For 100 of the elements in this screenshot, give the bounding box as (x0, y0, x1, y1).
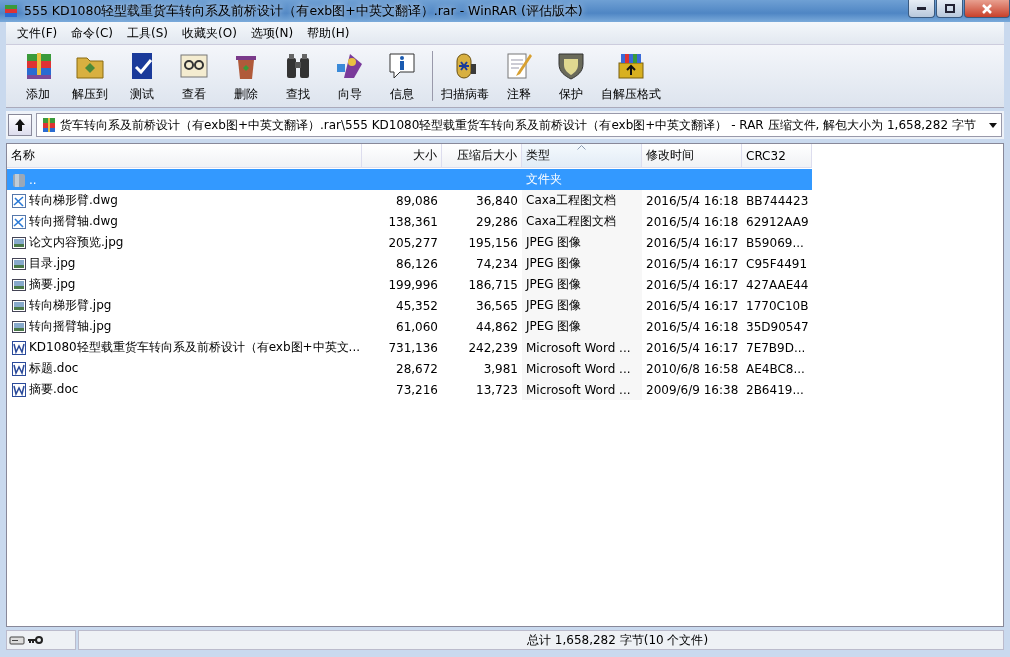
modified-time: 2016/5/4 16:18 (646, 193, 739, 208)
file-type: JPEG 图像 (526, 276, 582, 293)
toolbar-button[interactable]: 扫描病毒 (437, 47, 493, 105)
toolbar-button[interactable]: 添加 (12, 47, 64, 105)
window-title: 555 KD1080轻型载重货车转向系及前桥设计（有exb图+中英文翻译）.rar - WinRAR (评估版本) (24, 2, 583, 20)
image-file-icon (11, 318, 27, 335)
modified-time: 2016/5/4 16:17 (646, 277, 739, 292)
menu-item[interactable]: 收藏夹(O) (175, 22, 244, 44)
file-type: JPEG 图像 (526, 234, 582, 251)
file-type: Caxa工程图文档 (526, 213, 617, 230)
menu-item[interactable]: 帮助(H) (300, 22, 357, 44)
file-name: 摘要.jpg (29, 276, 76, 293)
toolbar-button[interactable]: 测试 (116, 47, 168, 105)
up-arrow-icon (13, 118, 27, 132)
packed-size: 36,840 (476, 193, 518, 208)
close-button[interactable] (964, 0, 1010, 18)
file-row[interactable]: 转向梯形臂.dwg 89,086 36,840 Caxa工程图文档 2016/5/4 16:18 BB744423 (7, 190, 812, 211)
file-row[interactable]: 转向摇臂轴.dwg 138,361 29,286 Caxa工程图文档 2016/5/4 16:18 62912AA9 (7, 211, 812, 232)
column-header[interactable]: 大小 (362, 144, 442, 167)
file-name: 标题.doc (29, 360, 79, 377)
toolbar-button[interactable]: 删除 (220, 47, 272, 105)
column-header[interactable]: CRC32 (742, 144, 812, 167)
file-type: JPEG 图像 (526, 318, 582, 335)
packed-size: 3,981 (483, 361, 518, 376)
minimize-button[interactable] (908, 0, 935, 18)
maximize-icon (944, 4, 955, 13)
column-header[interactable]: 修改时间 (642, 144, 742, 167)
packed-size: 186,715 (468, 277, 518, 292)
path-field[interactable]: 货车转向系及前桥设计（有exb图+中英文翻译）.rar\555 KD1080轻型载重货车转向系及前桥设计（有exb图+中英文翻译） - RAR 压缩文件, 解包大小为 1,658,282 字节 (36, 113, 1002, 137)
file-row[interactable]: 转向摇臂轴.jpg 61,060 44,862 JPEG 图像 2016/5/4 16:18 35D90547 (7, 316, 812, 337)
close-icon (982, 3, 992, 14)
toolbar-button[interactable]: 自解压格式 (597, 47, 665, 105)
crc-value: B59069... (746, 235, 804, 250)
drawing-file-icon (11, 192, 27, 209)
file-size: 61,060 (396, 319, 438, 334)
file-type: Microsoft Word ... (526, 361, 631, 376)
file-row[interactable]: 摘要.jpg 199,996 186,715 JPEG 图像 2016/5/4 16:17 427AAE44 (7, 274, 812, 295)
modified-time: 2016/5/4 16:18 (646, 319, 739, 334)
menu-item[interactable]: 文件(F) (10, 22, 65, 44)
toolbar-button[interactable]: 解压到 (64, 47, 116, 105)
file-size: 45,352 (396, 298, 438, 313)
file-type: Microsoft Word ... (526, 340, 631, 355)
archive-icon (41, 117, 57, 133)
word-document-icon (11, 360, 27, 377)
crc-value: 62912AA9 (746, 214, 809, 229)
archive-path: 货车转向系及前桥设计（有exb图+中英文翻译）.rar\555 KD1080轻型载重货车转向系及前桥设计（有exb图+中英文翻译） - RAR 压缩文件, 解包大小为 1,658,282 字节 (60, 116, 976, 134)
image-file-icon (11, 255, 27, 272)
file-row[interactable]: KD1080轻型载重货车转向系及前桥设计（有exb图+中英文... 731,136 242,239 Microsoft Word ... 2016/5/4 16:17 7E7B9D... (7, 337, 812, 358)
file-size: 205,277 (388, 235, 438, 250)
key-icon (27, 635, 43, 645)
file-row[interactable]: 摘要.doc 73,216 13,723 Microsoft Word ... 2009/6/9 16:38 2B6419... (7, 379, 812, 400)
packed-size: 13,723 (476, 382, 518, 397)
crc-value: 1770C10B (746, 298, 809, 313)
toolbar-button[interactable]: 查找 (272, 47, 324, 105)
packed-size: 74,234 (476, 256, 518, 271)
file-name: 转向摇臂轴.dwg (29, 213, 118, 230)
folder-icon (11, 171, 27, 188)
packed-size: 44,862 (476, 319, 518, 334)
packed-size: 36,565 (476, 298, 518, 313)
menu-item[interactable]: 命令(C) (64, 22, 120, 44)
maximize-button[interactable] (936, 0, 963, 18)
modified-time: 2016/5/4 16:18 (646, 214, 739, 229)
word-document-icon (11, 381, 27, 398)
toolbar-button[interactable]: 注释 (493, 47, 545, 105)
drawing-file-icon (11, 213, 27, 230)
toolbar-button[interactable]: 查看 (168, 47, 220, 105)
file-size: 138,361 (388, 214, 438, 229)
toolbar-button[interactable]: 向导 (324, 47, 376, 105)
minimize-icon (917, 7, 926, 10)
toolbar-button[interactable]: 信息 (376, 47, 428, 105)
file-row[interactable]: 转向梯形臂.jpg 45,352 36,565 JPEG 图像 2016/5/4 16:17 1770C10B (7, 295, 812, 316)
image-file-icon (11, 276, 27, 293)
word-document-icon (11, 339, 27, 356)
file-row[interactable]: 论文内容预览.jpg 205,277 195,156 JPEG 图像 2016/5/4 16:17 B59069... (7, 232, 812, 253)
up-folder-button[interactable] (8, 114, 32, 136)
crc-value: 2B6419... (746, 382, 804, 397)
packed-size: 242,239 (468, 340, 518, 355)
file-type: JPEG 图像 (526, 297, 582, 314)
file-size: 731,136 (388, 340, 438, 355)
file-row[interactable]: 目录.jpg 86,126 74,234 JPEG 图像 2016/5/4 16:17 C95F4491 (7, 253, 812, 274)
modified-time: 2016/5/4 16:17 (646, 340, 739, 355)
crc-value: AE4BC8... (746, 361, 805, 376)
file-size: 89,086 (396, 193, 438, 208)
menu-item[interactable]: 选项(N) (243, 22, 301, 44)
modified-time: 2016/5/4 16:17 (646, 298, 739, 313)
file-size: 28,672 (396, 361, 438, 376)
column-header[interactable]: 名称 (7, 144, 362, 167)
file-name: .. (29, 172, 37, 187)
menu-item[interactable]: 工具(S) (120, 22, 175, 44)
crc-value: 7E7B9D... (746, 340, 806, 355)
file-name: 转向梯形臂.dwg (29, 192, 118, 209)
file-type: JPEG 图像 (526, 255, 582, 272)
toolbar-button[interactable]: 保护 (545, 47, 597, 105)
dropdown-arrow-icon (989, 122, 997, 128)
file-size: 199,996 (388, 277, 438, 292)
column-header[interactable]: 类型 (522, 144, 642, 167)
crc-value: 35D90547 (746, 319, 809, 334)
crc-value: BB744423 (746, 193, 809, 208)
file-row[interactable]: 标题.doc 28,672 3,981 Microsoft Word ... 2010/6/8 16:58 AE4BC8... (7, 358, 812, 379)
file-size: 73,216 (396, 382, 438, 397)
